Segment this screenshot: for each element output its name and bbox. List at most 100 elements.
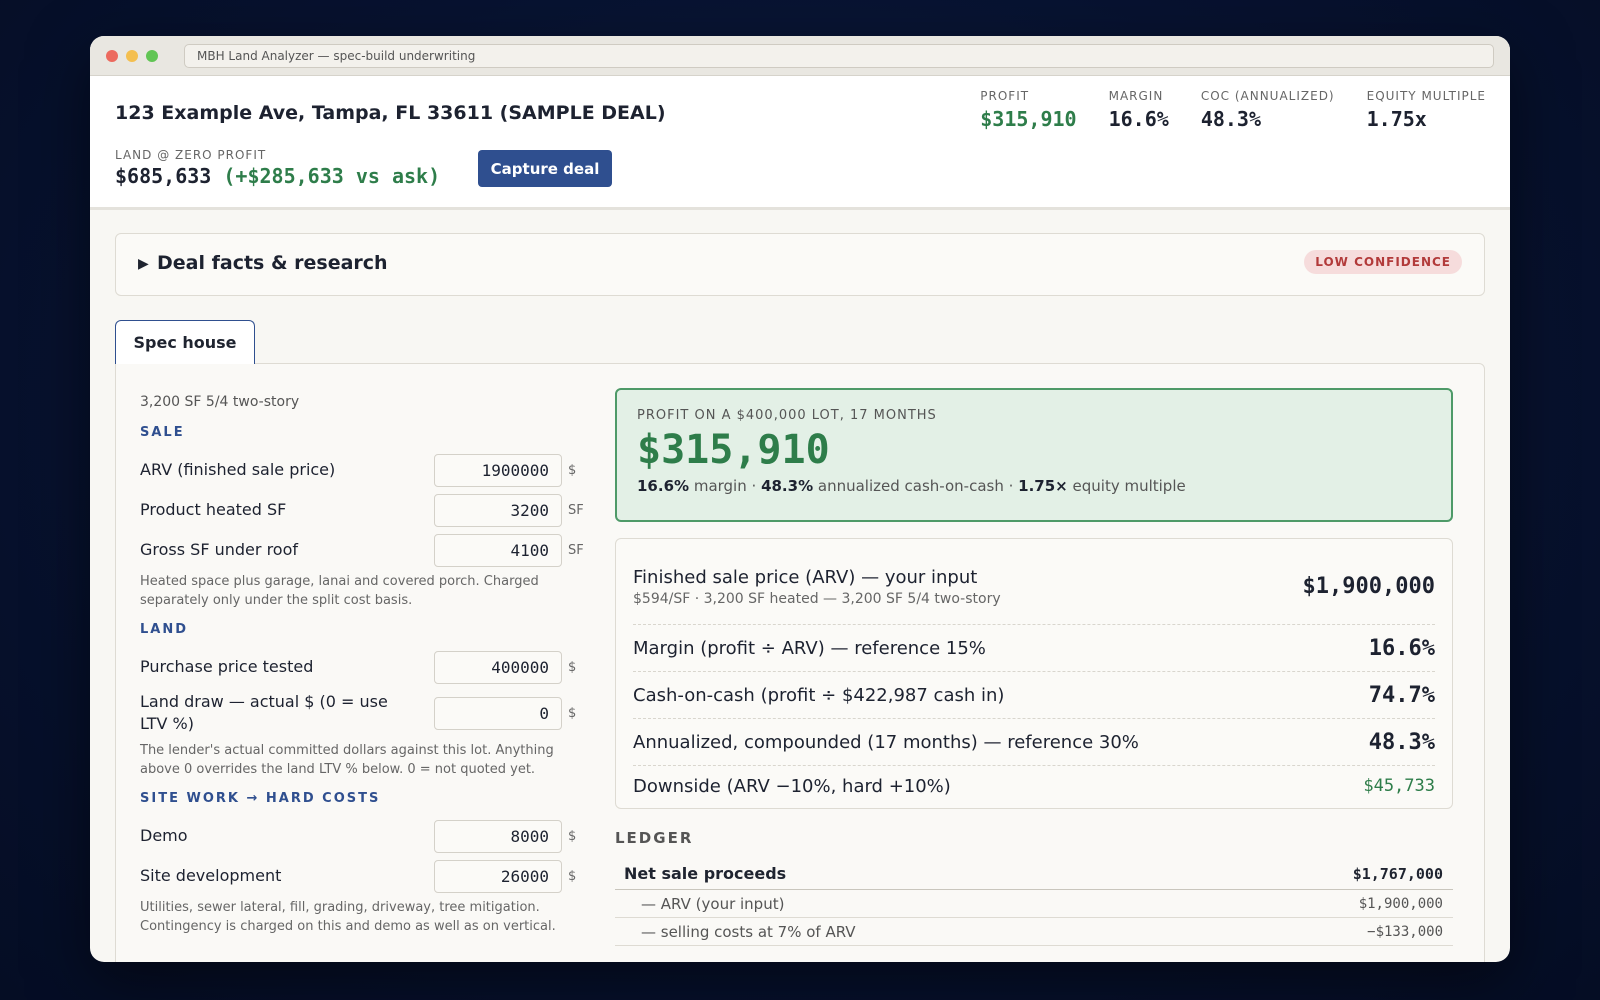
metric-label: Annualized, compounded (17 months) — ref…	[633, 731, 1139, 753]
metric-sublabel: $594/SF · 3,200 SF heated — 3,200 SF 5/4…	[633, 590, 1001, 607]
ledger-row: — ARV (your input) $1,900,000	[615, 890, 1453, 918]
unit-label: $	[568, 705, 577, 721]
metric-label: Margin (profit ÷ ARV) — reference 15%	[633, 637, 986, 659]
metric-label: Finished sale price (ARV) — your input	[633, 566, 978, 588]
metric-downside: Downside (ARV −10%, hard +10%) $45,733	[633, 766, 1435, 806]
profit-card-label: PROFIT ON A $400,000 LOT, 17 MONTHS	[637, 408, 937, 423]
field-label: Site development	[140, 866, 282, 885]
ledger-value: −$133,000	[1367, 923, 1443, 940]
capture-deal-button[interactable]: Capture deal	[478, 150, 612, 187]
section-heading-land: LAND	[140, 622, 189, 637]
deal-header: 123 Example Ave, Tampa, FL 33611 (SAMPLE…	[90, 76, 1510, 210]
zero-profit-label: LAND @ ZERO PROFIT	[115, 148, 267, 162]
metrics-card: Finished sale price (ARV) — your input $…	[615, 538, 1453, 809]
app-window: MBH Land Analyzer — spec-build underwrit…	[90, 36, 1510, 962]
title-bar: MBH Land Analyzer — spec-build underwrit…	[90, 36, 1510, 76]
inputs-column: 3,200 SF 5/4 two-story SALE ARV (finishe…	[140, 394, 590, 948]
ledger-heading: LEDGER	[615, 829, 694, 847]
field-site-development: Site development $	[140, 856, 590, 896]
field-label: Land draw — actual $ (0 = use LTV %)	[140, 692, 388, 733]
spec-house-panel: 3,200 SF 5/4 two-story SALE ARV (finishe…	[115, 363, 1485, 962]
metric-value: 16.6%	[1368, 635, 1435, 661]
profit-summary-card: PROFIT ON A $400,000 LOT, 17 MONTHS $315…	[615, 388, 1453, 522]
ledger-label: — ARV (your input)	[641, 894, 785, 913]
field-label: Product heated SF	[140, 500, 287, 519]
deal-facts-disclosure[interactable]: ▶ Deal facts & research LOW CONFIDENCE	[115, 233, 1485, 296]
metric-label: Cash-on-cash (profit ÷ $422,987 cash in)	[633, 684, 1005, 706]
kpi-equity-multiple: EQUITY MULTIPLE 1.75x	[1367, 89, 1486, 131]
minimize-window-icon[interactable]	[126, 49, 138, 62]
kpi-label: EQUITY MULTIPLE	[1366, 89, 1486, 103]
field-label: Gross SF under roof	[140, 540, 298, 559]
heated-sf-input[interactable]	[434, 493, 562, 527]
kpi-value: $315,910	[980, 107, 1077, 131]
kpi-value: 1.75x	[1366, 107, 1427, 131]
land-draw-input[interactable]	[434, 696, 562, 730]
zero-profit-amount: $685,633	[115, 164, 212, 188]
kpi-strip: PROFIT $315,910 MARGIN 16.6% COC (ANNUAL…	[980, 89, 1486, 131]
confidence-badge: LOW CONFIDENCE	[1304, 250, 1462, 274]
maximize-window-icon[interactable]	[146, 49, 158, 62]
summary-margin-text: margin ·	[693, 477, 757, 495]
deal-facts-title[interactable]: Deal facts & research	[157, 252, 388, 274]
metric-arv: Finished sale price (ARV) — your input $…	[633, 549, 1435, 625]
kpi-coc: COC (ANNUALIZED) 48.3%	[1201, 89, 1335, 131]
summary-equity: 1.75×	[1018, 477, 1068, 495]
metric-value: $1,900,000	[1302, 574, 1435, 599]
zero-profit-value: $685,633 (+$285,633 vs ask)	[115, 164, 440, 188]
unit-label: $	[568, 659, 577, 675]
kpi-label: MARGIN	[1108, 89, 1164, 103]
kpi-value: 16.6%	[1108, 107, 1169, 131]
metric-value: $45,733	[1363, 776, 1435, 796]
metric-label: Downside (ARV −10%, hard +10%)	[633, 775, 951, 797]
tab-spec-house[interactable]: Spec house	[115, 320, 255, 364]
unit-label: $	[568, 828, 577, 844]
profit-card-value: $315,910	[637, 427, 830, 473]
unit-label: SF	[568, 542, 584, 558]
gross-sf-note: Heated space plus garage, lanai and cove…	[140, 574, 539, 608]
close-window-icon[interactable]	[106, 49, 118, 62]
site-development-note: Utilities, sewer lateral, fill, grading,…	[140, 900, 556, 934]
kpi-label: COC (ANNUALIZED)	[1200, 89, 1335, 103]
summary-equity-text: equity multiple	[1072, 477, 1186, 495]
field-heated-sf: Product heated SF SF	[140, 490, 590, 530]
address-bar[interactable]: MBH Land Analyzer — spec-build underwrit…	[184, 43, 1494, 68]
triangle-right-icon[interactable]: ▶	[138, 256, 149, 272]
kpi-margin: MARGIN 16.6%	[1109, 89, 1169, 131]
field-label: Demo	[140, 826, 188, 845]
section-heading-sale: SALE	[140, 425, 185, 440]
summary-margin: 16.6%	[637, 477, 690, 495]
kpi-value: 48.3%	[1200, 107, 1262, 131]
field-label: Purchase price tested	[140, 657, 314, 676]
ledger-value: $1,900,000	[1358, 895, 1443, 912]
gross-sf-input[interactable]	[434, 533, 562, 567]
section-heading-site-work: SITE WORK → HARD COSTS	[140, 791, 381, 806]
ledger-row: — selling costs at 7% of ARV −$133,000	[615, 918, 1453, 946]
unit-label: $	[568, 462, 577, 478]
site-development-input[interactable]	[434, 859, 562, 893]
demo-input[interactable]	[434, 819, 562, 853]
field-label: ARV (finished sale price)	[140, 460, 336, 479]
summary-coc: 48.3%	[761, 477, 814, 495]
metric-value: 48.3%	[1368, 729, 1435, 755]
summary-coc-text: annualized cash-on-cash ·	[817, 477, 1014, 495]
ledger-label: Net sale proceeds	[624, 864, 787, 883]
field-purchase-price: Purchase price tested $	[140, 647, 590, 687]
deal-title: 123 Example Ave, Tampa, FL 33611 (SAMPLE…	[115, 102, 666, 124]
field-land-draw: Land draw — actual $ (0 = use LTV %) $	[140, 687, 590, 739]
product-description: 3,200 SF 5/4 two-story	[140, 394, 300, 410]
ledger-label: — selling costs at 7% of ARV	[641, 922, 856, 941]
field-arv: ARV (finished sale price) $	[140, 450, 590, 490]
profit-card-summary: 16.6% margin · 48.3% annualized cash-on-…	[637, 477, 1431, 495]
purchase-price-input[interactable]	[434, 650, 562, 684]
kpi-label: PROFIT	[980, 89, 1030, 103]
field-gross-sf: Gross SF under roof SF	[140, 530, 590, 570]
arv-input[interactable]	[434, 453, 562, 487]
ledger-table: Net sale proceeds $1,767,000 — ARV (your…	[615, 858, 1453, 946]
metric-margin: Margin (profit ÷ ARV) — reference 15% 16…	[633, 625, 1435, 672]
zero-profit-delta: (+$285,633 vs ask)	[223, 164, 441, 188]
metric-annualized: Annualized, compounded (17 months) — ref…	[633, 719, 1435, 766]
metric-cash-on-cash: Cash-on-cash (profit ÷ $422,987 cash in)…	[633, 672, 1435, 719]
metric-value: 74.7%	[1368, 682, 1435, 708]
kpi-profit: PROFIT $315,910	[980, 89, 1076, 131]
